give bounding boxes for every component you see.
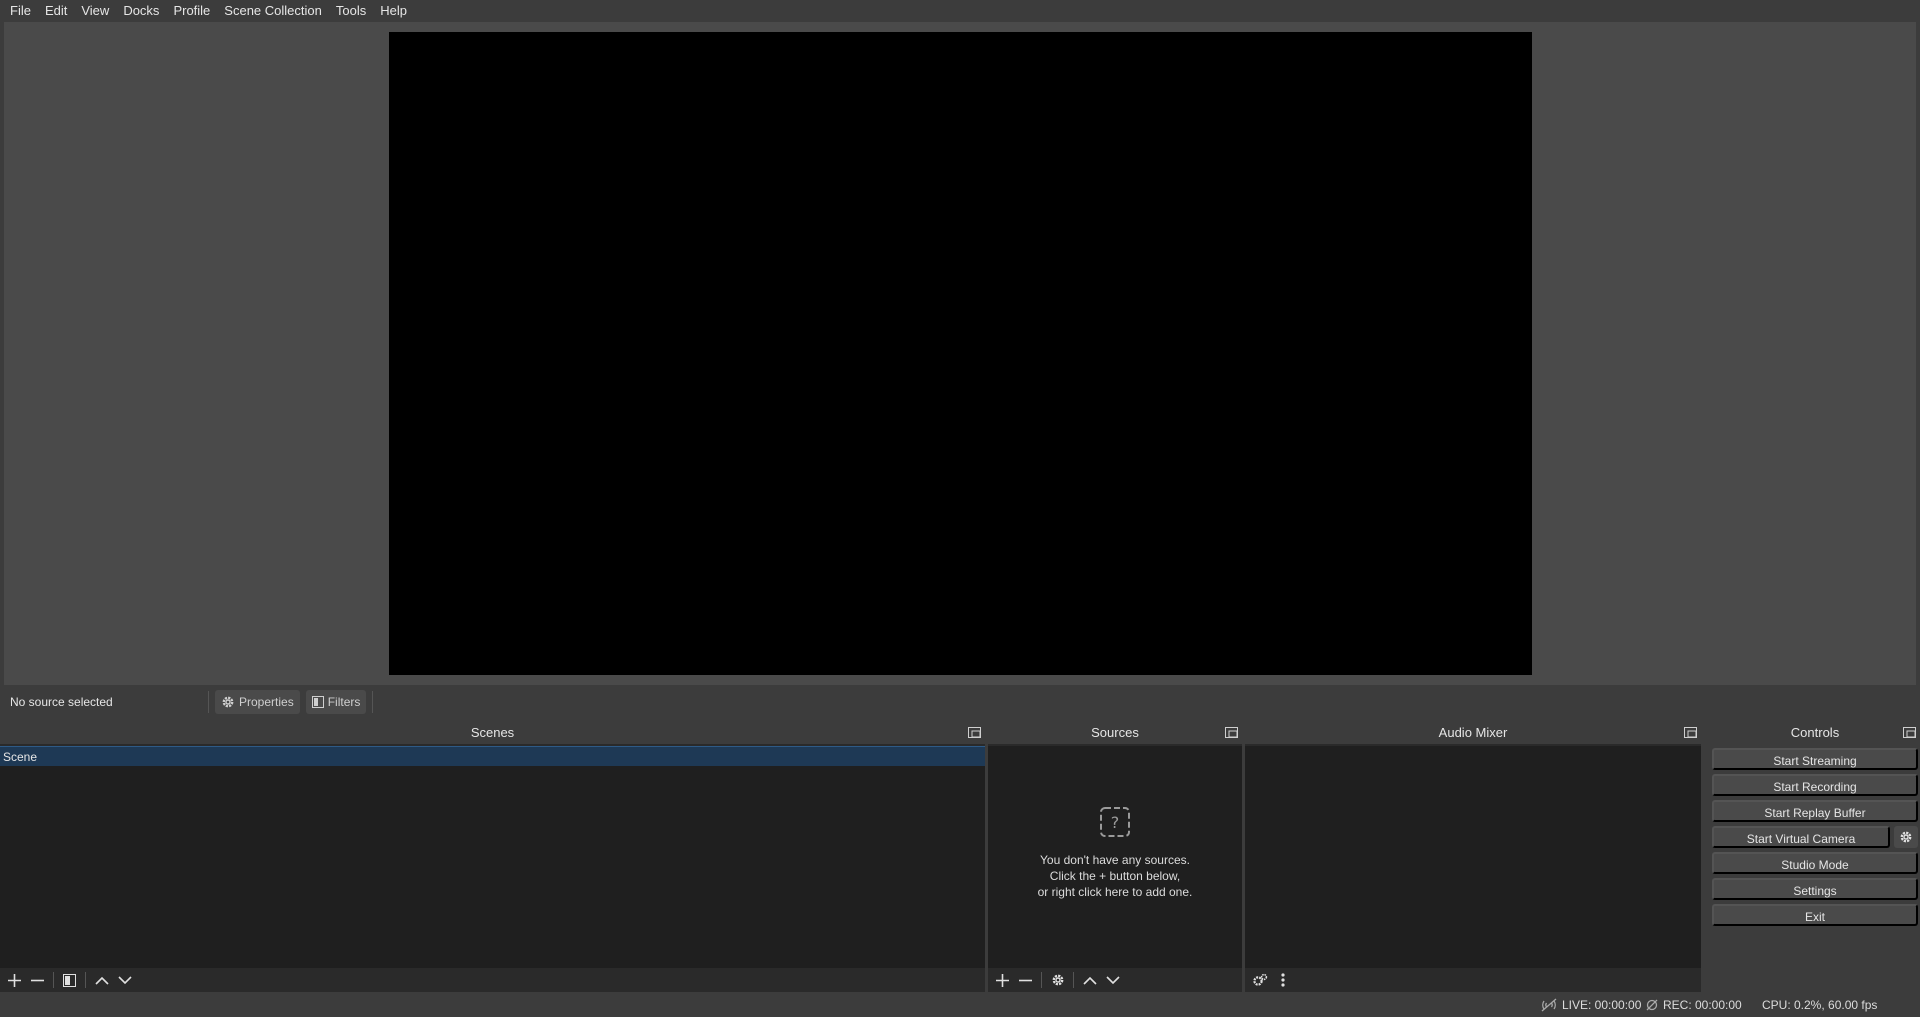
record-off-icon: [1646, 999, 1658, 1011]
menu-profile[interactable]: Profile: [166, 0, 217, 22]
properties-label: Properties: [239, 695, 294, 709]
audio-mixer-panel: [1245, 746, 1701, 968]
start-recording-button[interactable]: Start Recording: [1712, 774, 1918, 796]
move-source-down-button[interactable]: [1102, 970, 1123, 990]
chevron-down-icon: [117, 975, 132, 984]
float-dock-icon[interactable]: [1684, 727, 1697, 738]
source-selection-label: No source selected: [10, 695, 113, 709]
gear-icon: [222, 696, 234, 708]
menu-docks[interactable]: Docks: [116, 0, 166, 22]
audio-mixer-dock: Audio Mixer: [1245, 722, 1701, 992]
rec-status: REC: 00:00:00: [1645, 998, 1742, 1012]
controls-title: Controls: [1790, 725, 1840, 740]
properties-button[interactable]: Properties: [215, 690, 300, 714]
svg-text:?: ?: [1111, 813, 1120, 832]
start-replay-buffer-button[interactable]: Start Replay Buffer: [1712, 800, 1918, 822]
toolbar-separator: [53, 972, 54, 988]
minus-icon: [1019, 979, 1032, 981]
status-bar: LIVE: 00:00:00 REC: 00:00:00 CPU: 0.2%, …: [0, 994, 1920, 1017]
filters-icon: [63, 973, 76, 987]
context-separator: [208, 691, 209, 713]
start-virtual-camera-button[interactable]: Start Virtual Camera: [1712, 826, 1890, 848]
live-status: LIVE: 00:00:00: [1540, 998, 1641, 1012]
plus-icon: [8, 973, 21, 987]
preview-area[interactable]: [4, 22, 1916, 685]
scene-item[interactable]: Scene: [0, 746, 985, 766]
float-dock-icon[interactable]: [1225, 727, 1238, 738]
remove-scene-button[interactable]: [27, 970, 48, 990]
live-timer: LIVE: 00:00:00: [1562, 998, 1642, 1012]
advanced-audio-properties-button[interactable]: [1249, 970, 1270, 990]
cpu-status: CPU: 0.2%, 60.00 fps: [1762, 998, 1877, 1012]
remove-source-button[interactable]: [1015, 970, 1036, 990]
stream-off-icon: [1541, 998, 1557, 1012]
filters-icon: [311, 696, 324, 708]
menu-help[interactable]: Help: [373, 0, 414, 22]
preview-canvas[interactable]: [389, 32, 1532, 675]
studio-mode-button[interactable]: Studio Mode: [1712, 852, 1918, 874]
plus-icon: [996, 973, 1009, 987]
move-scene-down-button[interactable]: [114, 970, 135, 990]
vertical-ellipsis-icon: [1280, 973, 1285, 987]
sources-title: Sources: [1091, 725, 1139, 740]
exit-button[interactable]: Exit: [1712, 904, 1918, 926]
empty-line-2: Click the + button below,: [1049, 869, 1181, 883]
add-source-button[interactable]: [992, 970, 1013, 990]
scenes-dock: Scenes Scene: [0, 722, 985, 992]
scene-filters-button[interactable]: [59, 970, 80, 990]
move-scene-up-button[interactable]: [91, 970, 112, 990]
menu-tools[interactable]: Tools: [329, 0, 373, 22]
context-bar: No source selected Properties Filters: [0, 685, 1920, 719]
cpu-fps: CPU: 0.2%, 60.00 fps: [1762, 998, 1878, 1012]
empty-line-3: or right click here to add one.: [1037, 885, 1193, 899]
float-dock-icon[interactable]: [1903, 727, 1916, 738]
sources-dock-title: Sources: [988, 722, 1242, 744]
source-properties-button[interactable]: [1047, 970, 1068, 990]
controls-dock: Controls Start Streaming Start Recording…: [1710, 722, 1920, 992]
chevron-up-icon: [1082, 976, 1097, 985]
chevron-down-icon: [1105, 975, 1120, 984]
menu-view[interactable]: View: [74, 0, 116, 22]
toolbar-separator: [85, 972, 86, 988]
scenes-dock-title: Scenes: [0, 722, 985, 744]
sources-list[interactable]: ? You don't have any sources. Click the …: [988, 746, 1242, 968]
controls-dock-title: Controls: [1710, 722, 1920, 744]
gears-icon: [1252, 973, 1267, 986]
menu-bar: File Edit View Docks Profile Scene Colle…: [0, 0, 1920, 22]
audio-mixer-title: Audio Mixer: [1438, 725, 1508, 740]
menu-scene-collection[interactable]: Scene Collection: [217, 0, 329, 22]
empty-line-1: You don't have any sources.: [1040, 853, 1190, 867]
scenes-title: Scenes: [470, 725, 515, 740]
start-streaming-button[interactable]: Start Streaming: [1712, 748, 1918, 770]
move-source-up-button[interactable]: [1079, 970, 1100, 990]
scenes-toolbar: [0, 968, 985, 992]
sources-dock: Sources ? You don't have any sources. Cl…: [988, 722, 1242, 992]
add-scene-button[interactable]: [4, 970, 25, 990]
controls-panel: Start Streaming Start Recording Start Re…: [1710, 746, 1920, 992]
settings-button[interactable]: Settings: [1712, 878, 1918, 900]
filters-label: Filters: [327, 695, 361, 709]
chevron-up-icon: [94, 976, 109, 985]
sources-toolbar: [988, 968, 1242, 992]
sources-empty-message: ? You don't have any sources. Click the …: [988, 806, 1242, 900]
question-icon: ?: [1100, 807, 1130, 837]
scenes-list[interactable]: Scene: [0, 746, 985, 968]
virtual-camera-settings-button[interactable]: [1894, 826, 1918, 848]
context-separator: [372, 691, 374, 713]
menu-edit[interactable]: Edit: [38, 0, 74, 22]
minus-icon: [31, 979, 44, 981]
gear-icon: [1900, 831, 1912, 843]
menu-file[interactable]: File: [3, 0, 38, 22]
audio-mixer-toolbar: [1245, 968, 1701, 992]
rec-timer: REC: 00:00:00: [1663, 998, 1742, 1012]
audio-mixer-dock-title: Audio Mixer: [1245, 722, 1701, 744]
virtual-camera-row: Start Virtual Camera: [1710, 826, 1920, 852]
toolbar-separator: [1041, 972, 1042, 988]
filters-button[interactable]: Filters: [305, 690, 367, 714]
audio-mixer-menu-button[interactable]: [1272, 970, 1293, 990]
toolbar-separator: [1073, 972, 1074, 988]
gear-icon: [1052, 974, 1063, 986]
float-dock-icon[interactable]: [968, 727, 981, 738]
